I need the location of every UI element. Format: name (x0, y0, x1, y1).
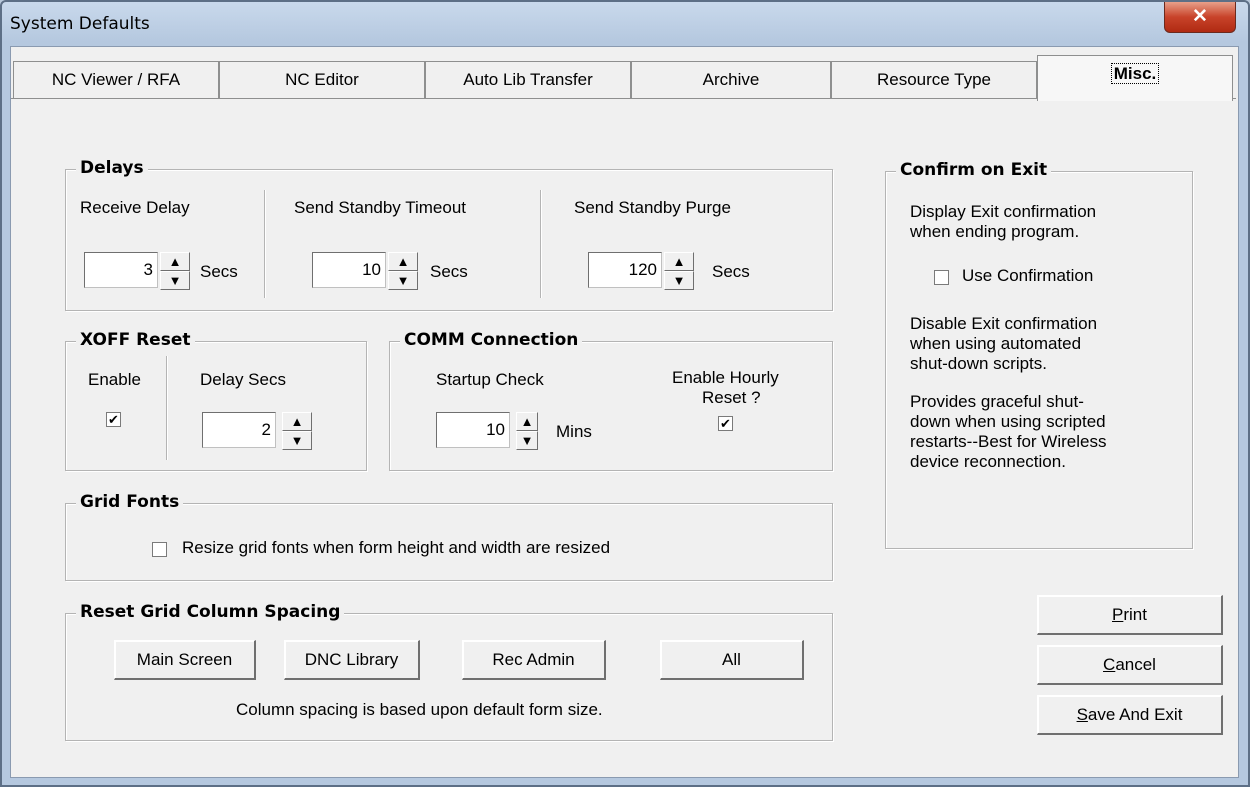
startup-check-label: Startup Check (436, 370, 544, 389)
tab-archive[interactable]: Archive (631, 61, 831, 99)
cancel-button[interactable]: Cancel (1037, 645, 1223, 685)
comm-connection-title: COMM Connection (400, 330, 583, 350)
send-standby-timeout-spinner[interactable]: 10 ▲ ▼ (312, 252, 422, 290)
print-button[interactable]: Print (1037, 595, 1223, 635)
window-title: System Defaults (10, 14, 150, 34)
use-confirmation-label[interactable]: Use Confirmation (962, 266, 1093, 286)
close-button[interactable]: ✕ (1164, 2, 1236, 33)
send-standby-timeout-input[interactable]: 10 (312, 252, 386, 288)
receive-delay-input[interactable]: 3 (84, 252, 158, 288)
tab-auto-lib-transfer[interactable]: Auto Lib Transfer (425, 61, 631, 99)
spin-up-icon[interactable]: ▲ (388, 252, 418, 271)
check-icon: ✔ (108, 412, 119, 427)
spin-up-icon[interactable]: ▲ (282, 412, 312, 431)
send-standby-purge-label: Send Standby Purge (574, 198, 731, 217)
divider (264, 190, 266, 298)
xoff-enable-label: Enable (88, 370, 141, 389)
receive-delay-unit: Secs (200, 262, 238, 281)
comm-connection-group: COMM Connection Startup Check 10 ▲ ▼ Min… (389, 330, 833, 471)
divider (540, 190, 542, 298)
save-and-exit-button[interactable]: Save And Exit (1037, 695, 1223, 735)
all-button[interactable]: All (660, 640, 804, 680)
tab-misc[interactable]: Misc. (1037, 55, 1233, 101)
xoff-delay-spinner[interactable]: 2 ▲ ▼ (202, 412, 312, 450)
tab-resource-type[interactable]: Resource Type (831, 61, 1037, 99)
hourly-reset-label-1: Enable Hourly (672, 368, 779, 387)
hourly-reset-label-2: Reset ? (702, 388, 761, 407)
confirm-on-exit-group: Confirm on Exit Display Exit confirmatio… (885, 160, 1193, 549)
delays-group: Delays Receive Delay 3 ▲ ▼ Secs Send Sta… (65, 158, 833, 311)
send-standby-timeout-label: Send Standby Timeout (294, 198, 467, 217)
graceful-desc-line-3: restarts--Best for Wireless (910, 432, 1107, 451)
graceful-desc-line-2: down when using scripted (910, 412, 1106, 431)
receive-delay-spinner[interactable]: 3 ▲ ▼ (84, 252, 194, 290)
spin-up-icon[interactable]: ▲ (516, 412, 538, 431)
send-standby-purge-input[interactable]: 120 (588, 252, 662, 288)
tab-nc-editor[interactable]: NC Editor (219, 61, 425, 99)
disable-desc-line-2: when using automated (910, 334, 1082, 353)
receive-delay-label: Receive Delay (80, 198, 190, 217)
grid-fonts-group: Grid Fonts Resize grid fonts when form h… (65, 492, 833, 581)
xoff-reset-group: XOFF Reset Enable ✔ Delay Secs 2 ▲ ▼ (65, 330, 367, 471)
startup-check-unit: Mins (556, 422, 592, 441)
spin-down-icon[interactable]: ▼ (160, 271, 190, 290)
disable-desc-line-3: shut-down scripts. (910, 354, 1047, 373)
confirm-desc-line-1: Display Exit confirmation (910, 202, 1097, 221)
xoff-delay-label: Delay Secs (200, 370, 286, 389)
send-standby-purge-unit: Secs (712, 262, 750, 281)
use-confirmation-checkbox[interactable] (934, 270, 949, 285)
send-standby-timeout-unit: Secs (430, 262, 468, 281)
title-bar[interactable]: System Defaults ✕ (2, 2, 1248, 46)
reset-grid-spacing-group: Reset Grid Column Spacing Main Screen DN… (65, 602, 833, 741)
system-defaults-window: System Defaults ✕ NC Viewer / RFA NC Edi… (0, 0, 1250, 787)
resize-grid-fonts-label[interactable]: Resize grid fonts when form height and w… (182, 538, 610, 558)
startup-check-input[interactable]: 10 (436, 412, 510, 448)
spin-up-icon[interactable]: ▲ (160, 252, 190, 271)
dnc-library-button[interactable]: DNC Library (284, 640, 420, 680)
confirm-on-exit-title: Confirm on Exit (896, 160, 1052, 180)
divider (166, 356, 168, 460)
graceful-desc-line-4: device reconnection. (910, 452, 1066, 471)
xoff-delay-input[interactable]: 2 (202, 412, 276, 448)
send-standby-purge-spinner[interactable]: 120 ▲ ▼ (588, 252, 704, 290)
main-screen-button[interactable]: Main Screen (114, 640, 256, 680)
misc-panel: Delays Receive Delay 3 ▲ ▼ Secs Send Sta… (11, 98, 1236, 777)
graceful-desc-line-1: Provides graceful shut- (910, 392, 1084, 411)
reset-grid-spacing-title: Reset Grid Column Spacing (76, 602, 345, 622)
spin-down-icon[interactable]: ▼ (516, 431, 538, 450)
spin-down-icon[interactable]: ▼ (664, 271, 694, 290)
tab-nc-viewer-rfa[interactable]: NC Viewer / RFA (13, 61, 219, 99)
rec-admin-button[interactable]: Rec Admin (462, 640, 606, 680)
resize-grid-fonts-checkbox[interactable] (152, 542, 167, 557)
xoff-reset-title: XOFF Reset (76, 330, 195, 350)
disable-desc-line-1: Disable Exit confirmation (910, 314, 1098, 333)
spin-up-icon[interactable]: ▲ (664, 252, 694, 271)
startup-check-spinner[interactable]: 10 ▲ ▼ (436, 412, 546, 450)
delays-title: Delays (76, 158, 148, 178)
column-spacing-note: Column spacing is based upon default for… (236, 700, 603, 719)
grid-fonts-title: Grid Fonts (76, 492, 184, 512)
tab-strip: NC Viewer / RFA NC Editor Auto Lib Trans… (11, 55, 1238, 101)
xoff-enable-checkbox[interactable]: ✔ (106, 412, 121, 427)
hourly-reset-checkbox[interactable]: ✔ (718, 416, 733, 431)
dialog-client: NC Viewer / RFA NC Editor Auto Lib Trans… (10, 46, 1239, 778)
check-icon: ✔ (720, 416, 731, 431)
spin-down-icon[interactable]: ▼ (388, 271, 418, 290)
spin-down-icon[interactable]: ▼ (282, 431, 312, 450)
confirm-desc-line-2: when ending program. (910, 222, 1080, 241)
